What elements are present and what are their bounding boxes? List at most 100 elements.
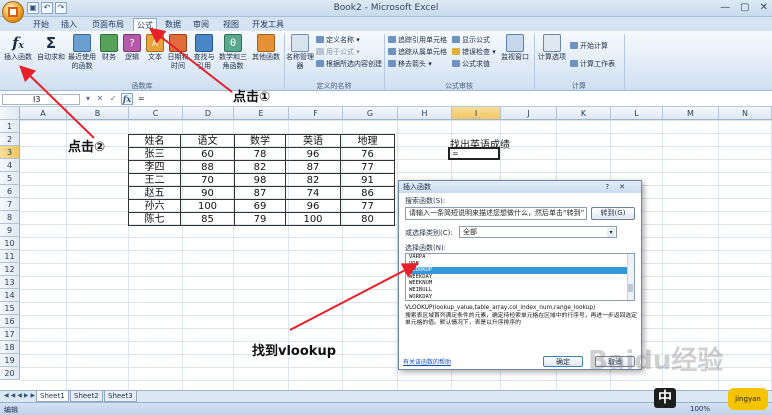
table-cell[interactable]: 王二 bbox=[128, 173, 181, 187]
active-cell-i3[interactable]: = bbox=[448, 147, 500, 160]
function-item[interactable]: WORKDAY bbox=[406, 294, 634, 300]
table-cell[interactable]: 赵五 bbox=[128, 186, 181, 200]
tab-insert[interactable]: 插入 bbox=[58, 18, 80, 31]
logical-button[interactable]: ? 逻辑 bbox=[122, 34, 142, 62]
row-header-5[interactable]: 5 bbox=[0, 172, 20, 185]
table-cell[interactable]: 70 bbox=[180, 173, 235, 187]
table-cell[interactable]: 100 bbox=[180, 199, 235, 213]
calculation-options-button[interactable]: 计算选项 bbox=[537, 34, 567, 62]
table-cell[interactable]: 85 bbox=[180, 212, 235, 226]
table-cell[interactable]: 82 bbox=[285, 173, 341, 187]
error-checking-button[interactable]: 错误检查 ▾ bbox=[452, 47, 496, 57]
search-function-input[interactable]: 请输入一条简短说明来描述您想做什么，然后单击“转到” bbox=[405, 207, 587, 220]
row-header-12[interactable]: 12 bbox=[0, 263, 20, 276]
column-header-m[interactable]: M bbox=[663, 107, 719, 120]
go-button[interactable]: 转到(G) bbox=[591, 207, 635, 220]
row-header-18[interactable]: 18 bbox=[0, 341, 20, 354]
row-header-19[interactable]: 19 bbox=[0, 354, 20, 367]
row-header-20[interactable]: 20 bbox=[0, 367, 20, 380]
autosum-button[interactable]: Σ 自动求和 bbox=[36, 34, 66, 62]
column-header-j[interactable]: J bbox=[501, 107, 557, 120]
table-cell[interactable]: 地理 bbox=[340, 134, 395, 148]
table-cell[interactable]: 76 bbox=[340, 147, 395, 161]
table-cell[interactable]: 96 bbox=[285, 147, 341, 161]
table-cell[interactable]: 数学 bbox=[234, 134, 286, 148]
recent-functions-button[interactable]: 最近使用的函数 bbox=[66, 34, 98, 71]
table-cell[interactable]: 69 bbox=[234, 199, 286, 213]
minimize-button[interactable]: — bbox=[720, 2, 730, 13]
column-header-h[interactable]: H bbox=[398, 107, 452, 120]
table-cell[interactable]: 82 bbox=[234, 160, 286, 174]
table-cell[interactable]: 88 bbox=[180, 160, 235, 174]
table-cell[interactable]: 90 bbox=[180, 186, 235, 200]
row-header-17[interactable]: 17 bbox=[0, 328, 20, 341]
more-functions-button[interactable]: 其他函数 bbox=[250, 34, 282, 62]
column-header-a[interactable]: A bbox=[20, 107, 67, 120]
tab-developer[interactable]: 开发工具 bbox=[250, 18, 286, 31]
table-cell[interactable]: 74 bbox=[285, 186, 341, 200]
column-header-l[interactable]: L bbox=[611, 107, 663, 120]
name-manager-button[interactable]: 名称管理器 bbox=[286, 34, 314, 71]
table-cell[interactable]: 英语 bbox=[285, 134, 341, 148]
column-header-b[interactable]: B bbox=[67, 107, 129, 120]
row-header-9[interactable]: 9 bbox=[0, 224, 20, 237]
table-cell[interactable]: 陈七 bbox=[128, 212, 181, 226]
column-header-g[interactable]: G bbox=[343, 107, 398, 120]
table-cell[interactable]: 78 bbox=[234, 147, 286, 161]
dialog-close-button[interactable]: ✕ bbox=[619, 183, 635, 191]
column-header-e[interactable]: E bbox=[234, 107, 289, 120]
row-header-4[interactable]: 4 bbox=[0, 159, 20, 172]
trace-dependents-button[interactable]: 追踪从属单元格 bbox=[388, 47, 447, 57]
table-cell[interactable]: 语文 bbox=[180, 134, 235, 148]
column-header-i[interactable]: I bbox=[452, 107, 501, 120]
column-header-n[interactable]: N bbox=[719, 107, 772, 120]
function-list-scrollbar[interactable] bbox=[627, 254, 634, 300]
formula-edit-buttons[interactable]: ▾ ✕ ✓ bbox=[86, 94, 119, 103]
sheet-tab-sheet2[interactable]: Sheet2 bbox=[70, 391, 103, 402]
trace-precedents-button[interactable]: 追踪引用单元格 bbox=[388, 35, 447, 45]
create-from-selection-button[interactable]: 根据所选内容创建 bbox=[316, 59, 382, 69]
function-item[interactable]: WEEKNUM bbox=[406, 280, 634, 287]
row-header-13[interactable]: 13 bbox=[0, 276, 20, 289]
row-header-11[interactable]: 11 bbox=[0, 250, 20, 263]
column-header-k[interactable]: K bbox=[557, 107, 611, 120]
row-header-16[interactable]: 16 bbox=[0, 315, 20, 328]
tab-review[interactable]: 审阅 bbox=[190, 18, 212, 31]
sheet-tab-sheet3[interactable]: Sheet3 bbox=[104, 391, 137, 402]
row-header-7[interactable]: 7 bbox=[0, 198, 20, 211]
function-item[interactable]: VARPA bbox=[406, 254, 634, 261]
row-header-2[interactable]: 2 bbox=[0, 133, 20, 146]
sheet-tab-sheet1[interactable]: Sheet1 bbox=[36, 391, 69, 402]
show-formulas-button[interactable]: 显示公式 bbox=[452, 35, 490, 45]
category-select[interactable]: 全部 ▾ bbox=[459, 226, 617, 238]
evaluate-formula-button[interactable]: 公式求值 bbox=[452, 59, 490, 69]
table-cell[interactable]: 77 bbox=[340, 160, 395, 174]
table-cell[interactable]: 87 bbox=[234, 186, 286, 200]
column-header-f[interactable]: F bbox=[289, 107, 343, 120]
table-cell[interactable]: 79 bbox=[234, 212, 286, 226]
table-cell[interactable]: 87 bbox=[285, 160, 341, 174]
remove-arrows-button[interactable]: 移去箭头 ▾ bbox=[388, 59, 432, 69]
insert-function-fx-icon[interactable]: fx bbox=[121, 93, 133, 105]
function-item[interactable]: WEIBULL bbox=[406, 287, 634, 294]
table-cell[interactable]: 91 bbox=[340, 173, 395, 187]
ok-button[interactable]: 确定 bbox=[543, 356, 583, 367]
table-cell[interactable]: 77 bbox=[340, 199, 395, 213]
table-cell[interactable]: 李四 bbox=[128, 160, 181, 174]
table-cell[interactable]: 姓名 bbox=[128, 134, 181, 148]
table-cell[interactable]: 80 bbox=[340, 212, 395, 226]
dialog-help-button[interactable]: ? bbox=[605, 183, 619, 191]
function-item[interactable]: VDB bbox=[406, 261, 634, 268]
tab-home[interactable]: 开始 bbox=[30, 18, 52, 31]
insert-function-button[interactable]: fx 插入函数 bbox=[2, 34, 34, 62]
table-cell[interactable]: 96 bbox=[285, 199, 341, 213]
row-header-8[interactable]: 8 bbox=[0, 211, 20, 224]
function-item-vlookup[interactable]: VLOOKUP bbox=[406, 267, 634, 274]
zoom-level[interactable]: 100% bbox=[690, 405, 710, 413]
table-cell[interactable]: 98 bbox=[234, 173, 286, 187]
tab-page-layout[interactable]: 页面布局 bbox=[88, 18, 128, 31]
table-cell[interactable]: 60 bbox=[180, 147, 235, 161]
column-header-d[interactable]: D bbox=[183, 107, 234, 120]
row-header-6[interactable]: 6 bbox=[0, 185, 20, 198]
row-header-15[interactable]: 15 bbox=[0, 302, 20, 315]
